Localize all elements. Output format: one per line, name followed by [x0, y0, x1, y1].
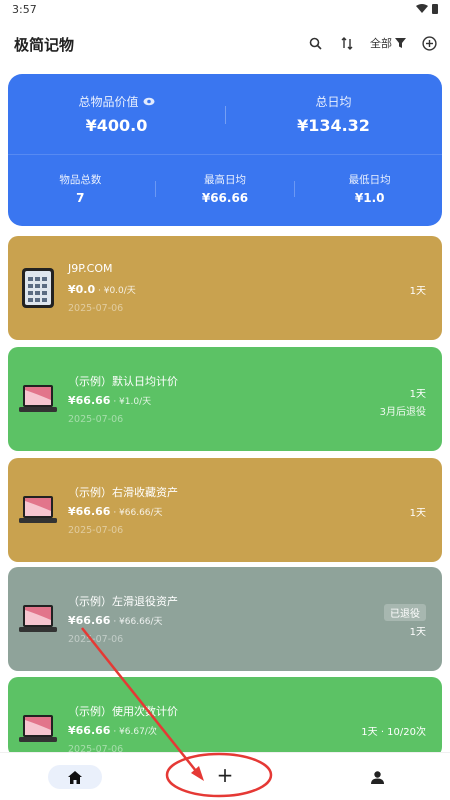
nav-profile[interactable]: [365, 765, 389, 789]
item-date: 2025-07-06: [68, 303, 124, 314]
filter-label: 全部: [370, 37, 392, 50]
status-icons: [416, 4, 438, 14]
max-daily-cell: 最高日均 ¥66.66: [153, 164, 298, 212]
item-date: 2025-07-06: [68, 634, 124, 645]
wifi-icon: [416, 4, 428, 13]
item-count-cell: 物品总数 7: [8, 164, 153, 212]
home-icon: [68, 770, 82, 784]
add-icon[interactable]: +: [213, 763, 237, 787]
sort-icon[interactable]: [338, 34, 356, 52]
daily-avg-cell: 总日均 ¥134.32: [225, 74, 442, 154]
total-value-label-row: 总物品价值: [78, 93, 154, 110]
summary-divider: [225, 106, 226, 124]
item-rate: · ¥1.0/天: [110, 397, 152, 407]
daily-avg-label: 总日均: [315, 95, 352, 109]
eye-icon[interactable]: [143, 97, 155, 106]
max-daily-label: 最高日均: [204, 173, 246, 186]
item-price-line: ¥66.66 · ¥66.66/天: [68, 505, 163, 518]
item-price: ¥66.66: [68, 394, 111, 407]
retired-badge: 已退役: [384, 604, 426, 621]
item-card[interactable]: （示例）默认日均计价 ¥66.66 · ¥1.0/天 2025-07-06 1天…: [8, 347, 442, 451]
item-card[interactable]: （示例）左滑退役资产 ¥66.66 · ¥66.66/天 2025-07-06 …: [8, 567, 442, 671]
search-icon[interactable]: [306, 34, 324, 52]
item-card[interactable]: （示例）使用次数计价 ¥66.66 · ¥6.67/次 2025-07-06 1…: [8, 677, 442, 757]
daily-avg-value: ¥134.32: [297, 116, 370, 135]
item-price-line: ¥66.66 · ¥1.0/天: [68, 394, 151, 407]
item-name: J9P.COM: [68, 262, 113, 275]
add-circle-icon[interactable]: [420, 34, 438, 52]
app-title: 极简记物: [14, 36, 75, 54]
app-bar: 极简记物 全部: [0, 24, 450, 64]
item-count-value: 7: [76, 190, 85, 205]
item-name: （示例）左滑退役资产: [68, 595, 178, 608]
item-rate: · ¥66.66/天: [110, 508, 163, 518]
item-date: 2025-07-06: [68, 525, 124, 536]
phone-icon: [19, 266, 57, 310]
status-time: 3:57: [12, 3, 37, 16]
filter-icon: [395, 38, 406, 48]
item-price: ¥66.66: [68, 724, 111, 737]
total-value-cell: 总物品价值 ¥400.0: [8, 74, 225, 154]
item-price-line: ¥66.66 · ¥6.67/次: [68, 724, 157, 737]
laptop-icon: [19, 377, 57, 421]
item-rate: · ¥66.66/天: [110, 617, 163, 627]
item-name: （示例）默认日均计价: [68, 375, 178, 388]
bottom-nav: +: [0, 752, 450, 800]
total-value-label: 总物品价值: [78, 95, 139, 109]
item-price-line: ¥66.66 · ¥66.66/天: [68, 614, 163, 627]
summary-card: 总物品价值 ¥400.0 总日均 ¥134.32 物品总数 7 最高日均 ¥66…: [8, 74, 442, 226]
summary-sub-divider: [294, 181, 295, 197]
item-duration: 1天: [409, 286, 426, 297]
item-rate: · ¥0.0/天: [95, 286, 136, 296]
profile-icon: [370, 770, 384, 784]
item-rate: · ¥6.67/次: [110, 727, 157, 737]
item-duration: 1天: [409, 627, 426, 638]
laptop-icon: [19, 707, 57, 751]
summary-bottom: 物品总数 7 最高日均 ¥66.66 最低日均 ¥1.0: [8, 164, 442, 212]
item-price: ¥66.66: [68, 614, 111, 627]
max-daily-value: ¥66.66: [201, 190, 249, 205]
item-retire-countdown: 3月后退役: [379, 407, 426, 418]
min-daily-cell: 最低日均 ¥1.0: [297, 164, 442, 212]
battery-icon: [432, 4, 438, 14]
summary-sub-divider: [155, 181, 156, 197]
item-card[interactable]: J9P.COM ¥0.0 · ¥0.0/天 2025-07-06 1天: [8, 236, 442, 340]
summary-separator: [8, 154, 442, 155]
item-duration: 1天 · 10/20次: [361, 727, 426, 738]
item-count-label: 物品总数: [59, 173, 102, 186]
item-price: ¥0.0: [68, 283, 96, 296]
status-bar: 3:57: [0, 0, 450, 20]
item-price-line: ¥0.0 · ¥0.0/天: [68, 283, 136, 296]
item-price: ¥66.66: [68, 505, 111, 518]
laptop-icon: [19, 597, 57, 641]
min-daily-value: ¥1.0: [354, 190, 385, 205]
item-duration: 1天: [409, 508, 426, 519]
total-value: ¥400.0: [85, 116, 148, 135]
filter-button[interactable]: 全部: [370, 35, 406, 51]
item-date: 2025-07-06: [68, 414, 124, 425]
app-actions: 全部: [306, 34, 438, 52]
item-name: （示例）使用次数计价: [68, 705, 178, 718]
item-duration: 1天: [409, 389, 426, 400]
item-card[interactable]: （示例）右滑收藏资产 ¥66.66 · ¥66.66/天 2025-07-06 …: [8, 458, 442, 562]
laptop-icon: [19, 488, 57, 532]
item-name: （示例）右滑收藏资产: [68, 486, 178, 499]
nav-home[interactable]: [48, 765, 102, 789]
min-daily-label: 最低日均: [348, 173, 391, 186]
